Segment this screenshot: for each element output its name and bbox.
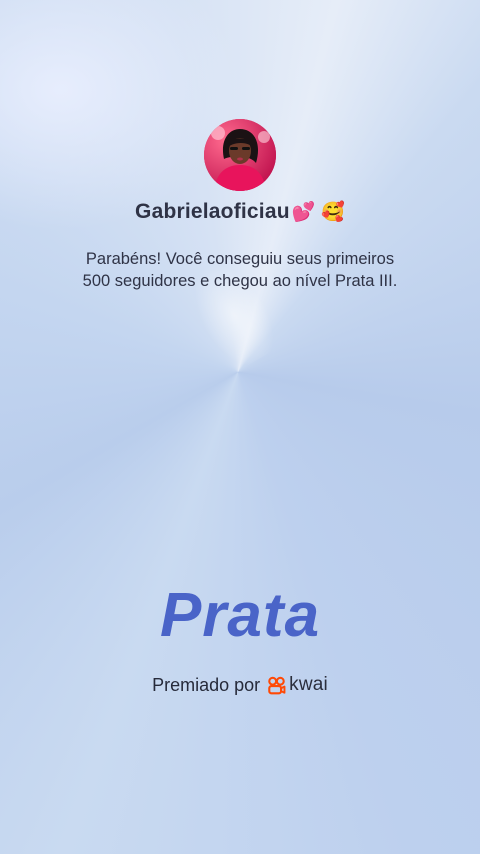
awarded-by: Premiado por kwai	[0, 674, 480, 696]
message-line-2: 500 seguidores e chegou ao nível Prata I…	[82, 272, 398, 290]
awarded-by-label: Premiado por	[152, 674, 261, 695]
username-emoji: 💕 🥰	[291, 202, 345, 223]
username: Gabrielaoficiau 💕 🥰	[0, 200, 480, 224]
kwai-brand[interactable]: kwai	[267, 674, 328, 696]
avatar-photo	[204, 119, 276, 191]
message-line-1: Parabéns! Você conseguiu seus primeiros	[85, 250, 395, 268]
level-title: Prata	[159, 581, 321, 650]
congratulation-message: Parabéns! Você conseguiu seus primeiros …	[40, 248, 440, 292]
username-text: Gabrielaoficiau	[135, 200, 290, 223]
avatar[interactable]	[204, 119, 276, 191]
kwai-logo-icon	[268, 676, 286, 694]
kwai-wordmark: kwai	[289, 674, 328, 695]
